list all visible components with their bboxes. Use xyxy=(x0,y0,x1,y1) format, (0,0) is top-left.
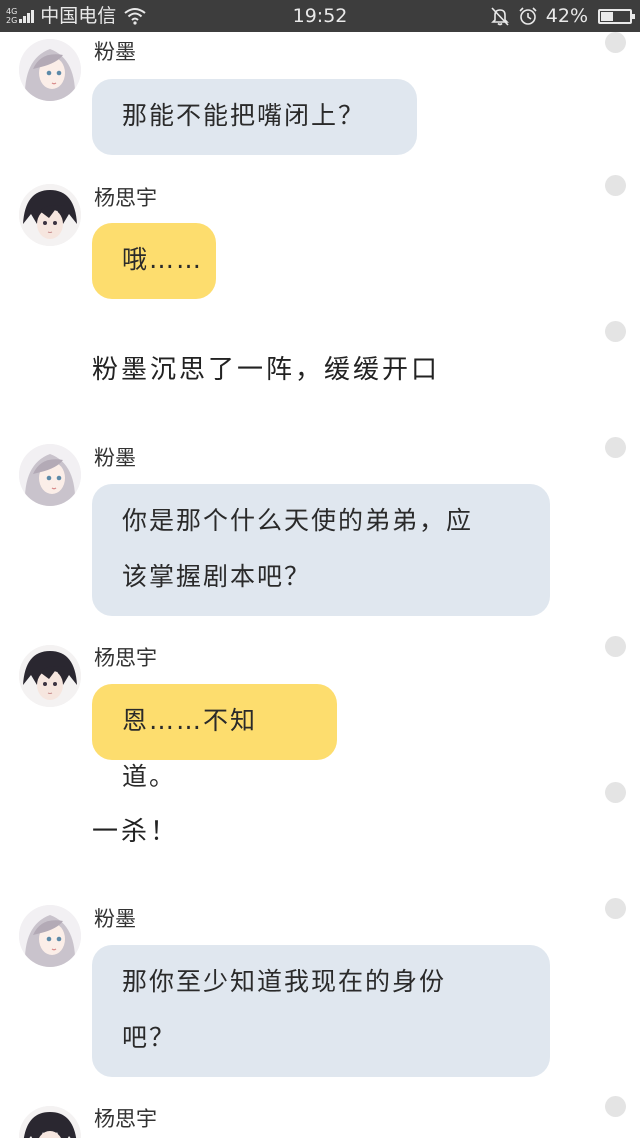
sender-name: 杨思宇 xyxy=(94,1107,157,1131)
avatar-yangsiyu[interactable] xyxy=(19,184,81,246)
mute-bell-icon xyxy=(490,7,509,26)
sender-name: 杨思宇 xyxy=(94,186,157,210)
battery-percent: 42% xyxy=(545,5,588,27)
avatar-yangsiyu[interactable] xyxy=(19,1106,81,1138)
avatar-yangsiyu[interactable] xyxy=(19,645,81,707)
message-bubble[interactable]: 那你至少知道我现在的身份 吧？ xyxy=(92,945,550,1077)
sender-name: 粉墨 xyxy=(94,446,136,470)
avatar-fenmo[interactable] xyxy=(19,905,81,967)
status-bar-right: 42% xyxy=(490,0,635,32)
sender-name: 杨思宇 xyxy=(94,646,157,670)
avatar-fenmo[interactable] xyxy=(19,39,81,101)
message-line: 该掌握剧本吧？ xyxy=(122,562,312,591)
select-radio[interactable] xyxy=(605,32,626,53)
sender-name: 粉墨 xyxy=(94,907,136,931)
select-radio[interactable] xyxy=(605,1096,626,1117)
message-line: 你是那个什么天使的弟弟，应 xyxy=(122,506,474,535)
message-line: 吧？ xyxy=(122,1023,177,1052)
message-line: 恩……不知道。 xyxy=(122,706,258,791)
select-radio[interactable] xyxy=(605,321,626,342)
select-radio[interactable] xyxy=(605,437,626,458)
avatar-fenmo[interactable] xyxy=(19,444,81,506)
narration-text[interactable]: 一杀！ xyxy=(92,816,179,848)
narration-text[interactable]: 粉墨沉思了一阵，缓缓开口 xyxy=(92,354,440,386)
select-radio[interactable] xyxy=(605,898,626,919)
battery-level-fill xyxy=(601,11,613,21)
select-radio[interactable] xyxy=(605,636,626,657)
battery-icon xyxy=(598,8,635,24)
chat-list[interactable]: 粉墨 那能不能把嘴闭上？ 杨思宇 哦…… 粉墨沉思了一阵，缓缓开口 粉墨 你是那… xyxy=(0,32,640,1138)
select-radio[interactable] xyxy=(605,782,626,803)
alarm-clock-icon xyxy=(519,7,537,25)
message-bubble[interactable]: 那能不能把嘴闭上？ xyxy=(92,79,417,155)
status-bar: 4G 2G 中国电信 19:52 42% xyxy=(0,0,640,32)
message-line: 那能不能把嘴闭上？ xyxy=(122,101,366,130)
sender-name: 粉墨 xyxy=(94,40,136,64)
message-bubble[interactable]: 恩……不知道。 xyxy=(92,684,337,791)
select-radio[interactable] xyxy=(605,175,626,196)
message-bubble[interactable]: 哦…… xyxy=(92,223,216,299)
message-bubble[interactable]: 你是那个什么天使的弟弟，应 该掌握剧本吧？ xyxy=(92,484,550,616)
message-line: 那你至少知道我现在的身份 xyxy=(122,967,447,996)
message-line: 哦…… xyxy=(122,245,204,274)
